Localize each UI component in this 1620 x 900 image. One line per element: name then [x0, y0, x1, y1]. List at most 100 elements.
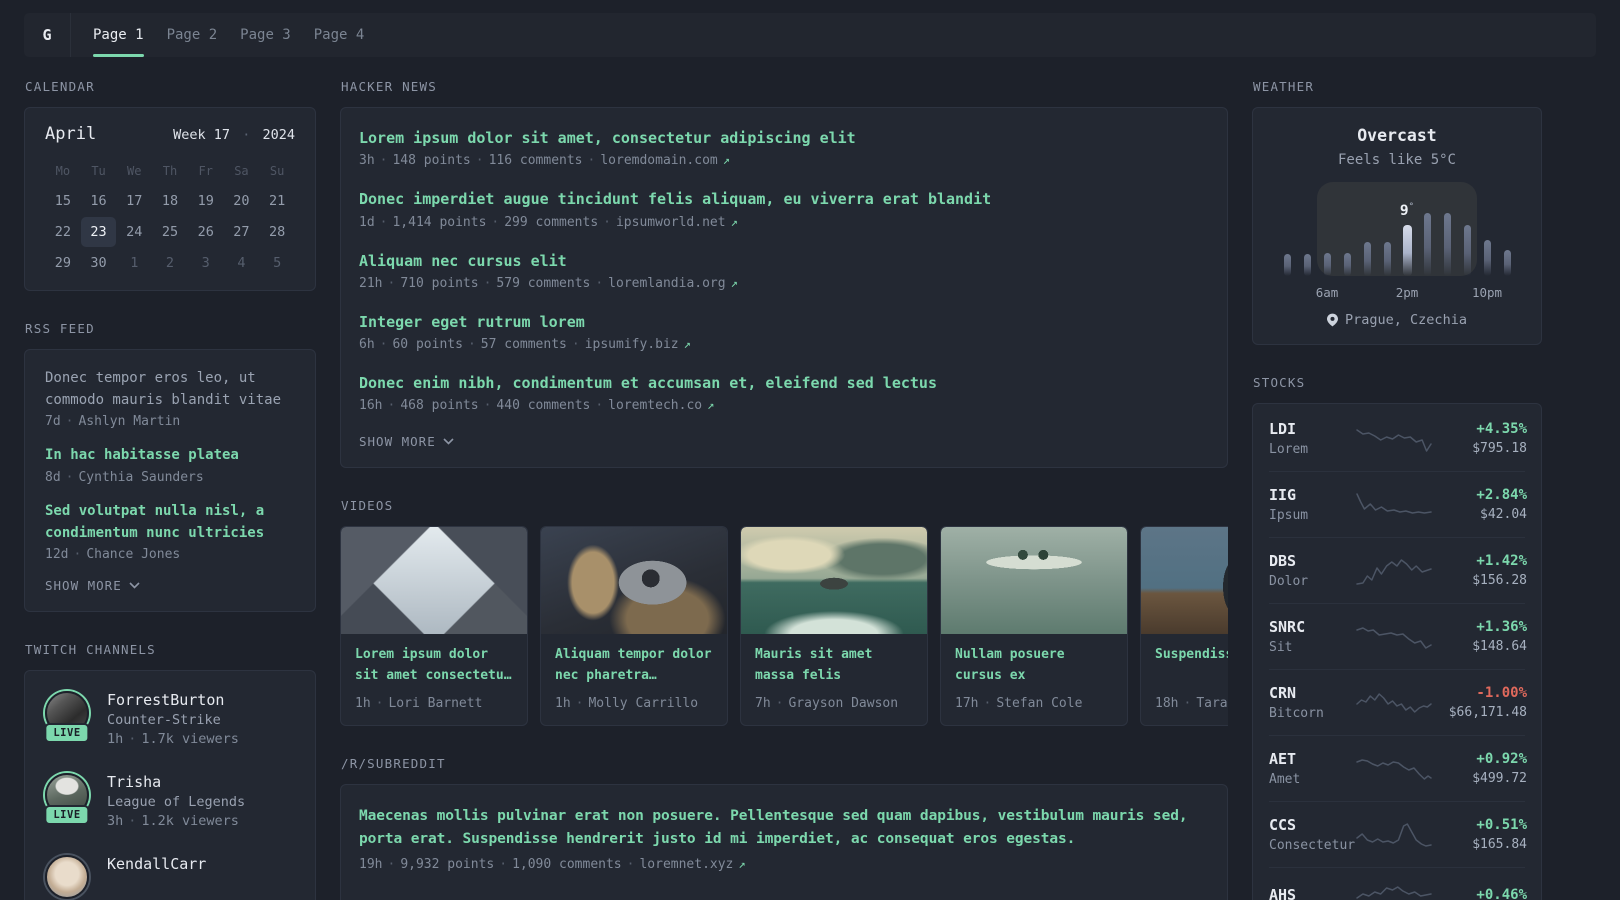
calendar-day-header: Su — [269, 164, 285, 178]
hackernews-item-title[interactable]: Lorem ipsum dolor sit amet, consectetur … — [359, 128, 1209, 148]
video-author[interactable]: Stefan Cole — [996, 696, 1082, 711]
item-domain[interactable]: ipsumworld.net — [616, 215, 726, 230]
external-link-icon: ↗ — [683, 337, 691, 351]
twitch-widget: TWITCH CHANNELS LIVE ForrestBurton Count… — [24, 642, 316, 900]
item-domain[interactable]: loremlandia.org — [608, 276, 725, 291]
video-card[interactable]: Lorem ipsum dolor sit amet consectetu… 1… — [340, 526, 528, 727]
twitch-avatar[interactable] — [45, 855, 89, 900]
item-domain[interactable]: loremdomain.com — [600, 153, 717, 168]
stock-id: CCS Consectetur — [1269, 816, 1357, 853]
stock-price: $156.28 — [1472, 573, 1527, 588]
calendar-section-title: CALENDAR — [25, 79, 95, 94]
calendar-date-cell: 24 — [126, 224, 143, 240]
hackernews-item[interactable]: Lorem ipsum dolor sit amet, consectetur … — [359, 128, 1209, 168]
stock-values: -1.00% $66,171.48 — [1431, 685, 1527, 720]
hackernews-item[interactable]: Aliquam nec cursus elit 21h · 710 points · 5… — [359, 251, 1209, 291]
stock-row[interactable]: LDI Lorem +4.35% $795.18 — [1269, 406, 1527, 471]
calendar-date-cell: 29 — [54, 255, 71, 271]
videos-track: Lorem ipsum dolor sit amet consectetu… 1… — [340, 526, 1228, 727]
subreddit-post[interactable]: Maecenas mollis pulvinar erat non posuer… — [359, 805, 1209, 871]
item-comments[interactable]: 299 comments — [504, 215, 598, 230]
video-card[interactable]: Suspendisse diam 18h· Tara — [1140, 526, 1228, 727]
video-thumbnail[interactable] — [941, 527, 1127, 635]
external-link-icon: ↗ — [707, 398, 715, 413]
page-tab[interactable]: Page 1 — [93, 13, 144, 57]
item-domain[interactable]: ipsumify.biz — [585, 337, 679, 352]
twitch-channel-row[interactable]: KendallCarr — [45, 855, 295, 900]
calendar-date-cell: 18 — [161, 193, 179, 209]
stock-row[interactable]: IIG Ipsum +2.84% $42.04 — [1269, 471, 1527, 537]
video-card[interactable]: Nullam posuere cursus ex 17h · Stefan Cole — [940, 526, 1128, 727]
twitch-channel-row[interactable]: LIVE ForrestBurton Counter-Strike 1h · 1.7… — [44, 691, 295, 747]
stock-row[interactable]: CCS Consectetur +0.51% $165.84 — [1269, 801, 1527, 867]
right-column: WEATHER Overcast Feels like 5°C 9° 6am 2p… — [1252, 79, 1542, 900]
video-title[interactable]: Lorem ipsum dolor sit amet consectetu… — [341, 634, 527, 687]
stock-row[interactable]: AET Amet +0.92% $499.72 — [1269, 735, 1527, 801]
item-domain[interactable]: loremnet.xyz — [639, 857, 733, 872]
item-comments[interactable]: 579 comments — [496, 276, 590, 291]
subreddit-post-title[interactable]: Maecenas mollis pulvinar erat non posuer… — [359, 805, 1209, 851]
hackernews-item[interactable]: Donec imperdiet augue tincidunt felis al… — [359, 189, 1209, 229]
page-tab[interactable]: Page 2 — [167, 13, 218, 57]
stock-row[interactable]: DBS Dolor +1.42% $156.28 — [1269, 537, 1527, 603]
videos-widget: VIDEOS Lorem ipsum dolor sit amet consec… — [340, 498, 1228, 727]
weather-condition: Overcast — [1357, 126, 1437, 145]
hackernews-item-title[interactable]: Donec imperdiet augue tincidunt felis al… — [359, 189, 1209, 209]
rss-show-more-button[interactable]: SHOW MORE — [45, 578, 295, 593]
video-title[interactable]: Suspendisse diam — [1141, 634, 1228, 687]
app-logo[interactable]: G — [24, 13, 71, 57]
stock-sparkline — [1357, 556, 1431, 586]
hackernews-item-title[interactable]: Donec enim nibh, condimentum et accumsan… — [359, 373, 1209, 393]
rss-item[interactable]: Sed volutpat nulla nisl, a condimentum n… — [45, 501, 295, 562]
hackernews-item-title[interactable]: Integer eget rutrum lorem — [359, 312, 1209, 332]
twitch-viewers: 1.2k viewers — [141, 813, 239, 830]
twitch-channel-name: Trisha — [107, 773, 162, 792]
hackernews-section-title: HACKER NEWS — [341, 79, 437, 94]
twitch-channel-meta: 1h · 1.7k viewers — [107, 731, 239, 747]
calendar-date-cell: 4 — [237, 255, 246, 271]
external-link-icon: ↗ — [738, 856, 746, 871]
hackernews-show-more-button[interactable]: SHOW MORE — [359, 434, 1209, 449]
twitch-avatar[interactable]: LIVE — [44, 773, 90, 826]
video-thumbnail[interactable] — [741, 527, 927, 635]
hackernews-item[interactable]: Donec enim nibh, condimentum et accumsan… — [359, 373, 1209, 413]
twitch-channel-row[interactable]: LIVE Trisha League of Legends 3h · 1.2k vi… — [44, 773, 295, 830]
video-author[interactable]: Tara — [1196, 696, 1227, 711]
video-card[interactable]: Aliquam tempor dolor nec pharetra… 1h · Mo… — [540, 526, 728, 727]
hackernews-item[interactable]: Integer eget rutrum lorem 6h · 60 points · 5… — [359, 312, 1209, 352]
twitch-avatar[interactable]: LIVE — [44, 691, 90, 744]
separator-dot: · — [387, 856, 396, 872]
rss-item[interactable]: In hac habitasse platea 8d · Cynthia Saund… — [45, 445, 295, 485]
video-card[interactable]: Mauris sit amet massa felis 7h · Grayson D… — [740, 526, 928, 727]
rss-item[interactable]: Donec tempor eros leo, ut commodo mauris… — [45, 368, 295, 429]
video-thumbnail[interactable] — [1141, 527, 1228, 635]
page-tab[interactable]: Page 4 — [314, 13, 365, 57]
video-title[interactable]: Aliquam tempor dolor nec pharetra… — [541, 634, 727, 687]
external-link-icon: ↗ — [730, 214, 738, 229]
stock-id: CRN Bitcorn — [1269, 684, 1357, 721]
page-tab[interactable]: Page 3 — [240, 13, 291, 57]
separator-dot: · — [575, 696, 584, 712]
calendar-header: April Week 17 · 2024 — [45, 124, 295, 144]
video-author[interactable]: Molly Carrillo — [588, 696, 698, 711]
video-title[interactable]: Mauris sit amet massa felis — [741, 634, 927, 687]
item-points: 60 points — [392, 337, 463, 352]
item-comments[interactable]: 440 comments — [496, 398, 590, 413]
stock-row[interactable]: AHS +0.46% — [1269, 867, 1527, 900]
item-comments[interactable]: 1,090 comments — [512, 857, 622, 872]
video-author[interactable]: Grayson Dawson — [788, 696, 898, 711]
video-author[interactable]: Lori Barnett — [388, 696, 482, 711]
item-domain[interactable]: loremtech.co — [608, 398, 702, 413]
hackernews-item-title[interactable]: Aliquam nec cursus elit — [359, 251, 1209, 271]
video-thumbnail[interactable] — [541, 527, 727, 635]
item-comments[interactable]: 116 comments — [489, 153, 583, 168]
video-thumbnail[interactable] — [341, 527, 527, 635]
calendar-date-cell: 19 — [197, 193, 214, 209]
item-comments[interactable]: 57 comments — [481, 337, 567, 352]
separator-dot: · — [571, 337, 580, 352]
video-age: 1h — [555, 696, 571, 712]
stock-row[interactable]: SNRC Sit +1.36% $148.64 — [1269, 603, 1527, 669]
video-title[interactable]: Nullam posuere cursus ex — [941, 634, 1127, 687]
stock-row[interactable]: CRN Bitcorn -1.00% $66,171.48 — [1269, 669, 1527, 735]
stock-values: +0.46% — [1431, 887, 1527, 900]
